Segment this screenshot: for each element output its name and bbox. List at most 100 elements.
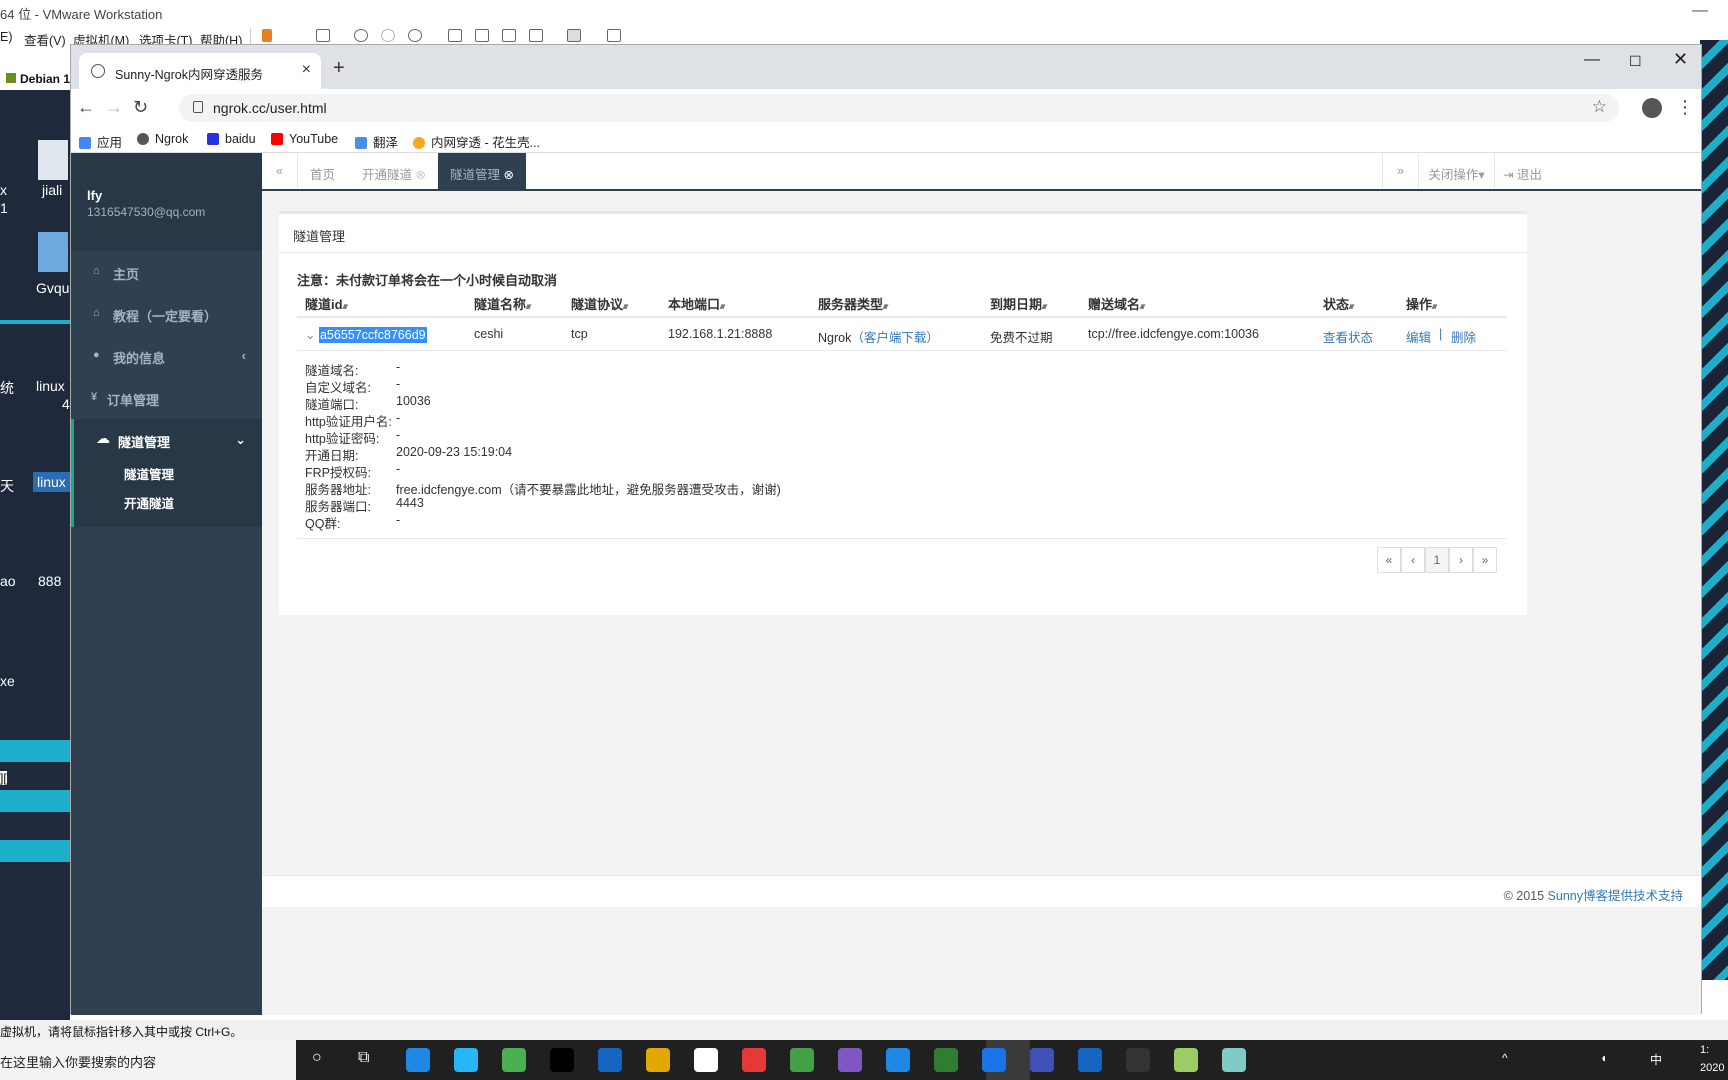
minimize-icon[interactable]: — [1584, 51, 1600, 69]
bookmark-youtube[interactable]: YouTube [271, 132, 338, 146]
taskbar-app-icon[interactable] [1030, 1048, 1054, 1072]
col-header-server-type[interactable]: 服务器类型 [818, 294, 886, 313]
taskbar-app-icon[interactable] [694, 1048, 718, 1072]
taskbar-app-icon[interactable] [550, 1048, 574, 1072]
console-view-icon[interactable] [529, 29, 543, 42]
address-bar[interactable]: ngrok.cc/user.html ☆ [179, 94, 1619, 122]
tunnel-expiry: 免费不过期 [990, 331, 1053, 345]
menu-kebab-icon[interactable]: ⋮ [1676, 97, 1694, 118]
taskbar-app-icon[interactable] [1174, 1048, 1198, 1072]
desktop-app-icon[interactable] [38, 232, 68, 272]
close-window-icon[interactable]: ✕ [1673, 49, 1688, 70]
cortana-icon[interactable]: ○ [312, 1049, 322, 1067]
taskbar-app-icon[interactable] [502, 1048, 526, 1072]
col-header-actions[interactable]: 操作 [1406, 294, 1435, 313]
page-first-button[interactable]: « [1377, 547, 1401, 573]
taskbar-app-icon[interactable] [1078, 1048, 1102, 1072]
maximize-icon[interactable]: ☐ [1629, 53, 1642, 70]
page-number-button[interactable]: 1 [1425, 547, 1449, 573]
menu-view[interactable]: 查看(V) [24, 30, 66, 49]
back-icon[interactable]: ← [77, 97, 95, 118]
bookmark-apps[interactable]: 应用 [79, 132, 122, 151]
logout-button[interactable]: ⇥ 退出 [1494, 153, 1550, 189]
url-text[interactable]: ngrok.cc/user.html [213, 100, 327, 116]
taskbar-app-icon[interactable] [838, 1048, 862, 1072]
taskbar-app-icon[interactable] [646, 1048, 670, 1072]
panel-title: 隧道管理 [293, 229, 346, 244]
sidebar-item-my-info[interactable]: ● 我的信息 ‹ [71, 335, 262, 377]
snapshot-manager-icon[interactable] [408, 29, 422, 42]
bookmark-baidu[interactable]: baidu [207, 132, 256, 146]
menu-edit[interactable]: E) [0, 30, 13, 44]
client-download-link[interactable]: （客户端下载） [851, 331, 939, 345]
sidebar-item-tutorial[interactable]: ⌂ 教程（一定要看） [71, 293, 262, 335]
col-header-domain[interactable]: 赠送域名 [1088, 294, 1143, 313]
vmware-minimize-button[interactable]: — [1692, 2, 1708, 20]
unity-icon[interactable] [502, 29, 516, 42]
close-operations-dropdown[interactable]: 关闭操作▾ [1418, 153, 1494, 189]
sidebar-item-tunnels[interactable]: ☁ 隧道管理 ⌄ 隧道管理 开通隧道 [71, 419, 262, 527]
taskbar-app-icon[interactable] [598, 1048, 622, 1072]
delete-link[interactable]: 删除 [1451, 327, 1476, 346]
subnav-open-tunnel[interactable]: 开通隧道 [124, 493, 174, 512]
bookmark-star-icon[interactable]: ☆ [1592, 97, 1607, 117]
page-last-button[interactable]: » [1473, 547, 1497, 573]
bookmark-ngrok[interactable]: Ngrok [137, 132, 188, 146]
tray-up-arrow-icon[interactable]: ^ [1502, 1051, 1508, 1065]
col-header-local-port[interactable]: 本地端口 [668, 294, 723, 313]
pause-icon[interactable] [262, 29, 272, 42]
taskbar-app-icon[interactable] [1126, 1048, 1150, 1072]
sidebar-item-orders[interactable]: ¥ 订单管理 [71, 377, 262, 419]
sidebar-toggle-icon[interactable] [448, 29, 462, 42]
taskbar-app-icon[interactable] [934, 1048, 958, 1072]
taskbar-app-icon[interactable] [886, 1048, 910, 1072]
close-tab-icon[interactable]: × [302, 61, 311, 79]
taskbar-app-icon[interactable] [790, 1048, 814, 1072]
taskbar-app-icon[interactable] [454, 1048, 478, 1072]
forward-icon[interactable]: → [105, 97, 123, 118]
view-status-link[interactable]: 查看状态 [1323, 327, 1373, 346]
clock-date[interactable]: 2020 [1700, 1062, 1724, 1074]
page-prev-button[interactable]: ‹ [1401, 547, 1425, 573]
fullscreen-icon[interactable] [475, 29, 489, 42]
taskbar-app-icon[interactable] [742, 1048, 766, 1072]
footer-link[interactable]: Sunny博客提供技术支持 [1548, 889, 1683, 903]
stretch-icon[interactable] [607, 29, 621, 42]
edit-link[interactable]: 编辑 [1406, 327, 1431, 346]
subnav-tunnel-manage[interactable]: 隧道管理 [124, 464, 174, 483]
close-tab-icon[interactable]: ⊗ [416, 168, 426, 182]
col-header-id[interactable]: 隧道id [305, 294, 345, 313]
send-keys-icon[interactable] [316, 29, 330, 42]
taskbar-search-input[interactable]: 在这里输入你要搜索的内容 [0, 1040, 296, 1080]
snapshot-icon[interactable] [354, 29, 368, 42]
col-header-name[interactable]: 隧道名称 [474, 294, 529, 313]
bookmark-translate[interactable]: 翻泽 [355, 132, 398, 151]
desktop-file-icon[interactable] [38, 140, 68, 180]
ime-indicator[interactable]: 中 [1650, 1051, 1662, 1068]
tab-tunnel-manage[interactable]: 隧道管理 ⊗ [438, 153, 526, 189]
col-header-expiry[interactable]: 到期日期 [990, 294, 1045, 313]
sidebar-item-home[interactable]: ⌂ 主页 [71, 251, 262, 293]
expand-row-toggle[interactable]: ⌄ a56557ccfc8766d9 [305, 327, 427, 343]
new-tab-icon[interactable]: + [333, 57, 345, 80]
taskbar-app-icon[interactable] [1222, 1048, 1246, 1072]
volume-icon[interactable]: ◖ [1600, 1051, 1607, 1065]
terminal-icon[interactable] [567, 29, 581, 42]
reload-icon[interactable]: ↻ [133, 97, 148, 118]
revert-snapshot-icon[interactable] [381, 29, 395, 42]
tabs-scroll-left-icon[interactable]: « [262, 153, 298, 189]
tabs-scroll-right-icon[interactable]: » [1382, 153, 1418, 189]
col-header-status[interactable]: 状态 [1323, 294, 1352, 313]
bookmark-oray[interactable]: 内网穿透 - 花生壳... [413, 132, 540, 151]
page-next-button[interactable]: › [1449, 547, 1473, 573]
task-view-icon[interactable]: ⧉ [358, 1049, 369, 1067]
clock-time[interactable]: 1: [1700, 1044, 1709, 1056]
taskbar-app-icon[interactable] [406, 1048, 430, 1072]
close-tab-icon[interactable]: ⊗ [504, 168, 514, 182]
tab-open-tunnel[interactable]: 开通隧道 ⊗ [350, 153, 438, 189]
taskbar-app-icon[interactable] [982, 1048, 1006, 1072]
browser-tab[interactable]: Sunny-Ngrok内网穿透服务 × [79, 53, 321, 89]
tab-home[interactable]: 首页 [298, 153, 347, 189]
col-header-protocol[interactable]: 隧道协议 [571, 294, 626, 313]
profile-avatar-icon[interactable] [1642, 98, 1662, 118]
